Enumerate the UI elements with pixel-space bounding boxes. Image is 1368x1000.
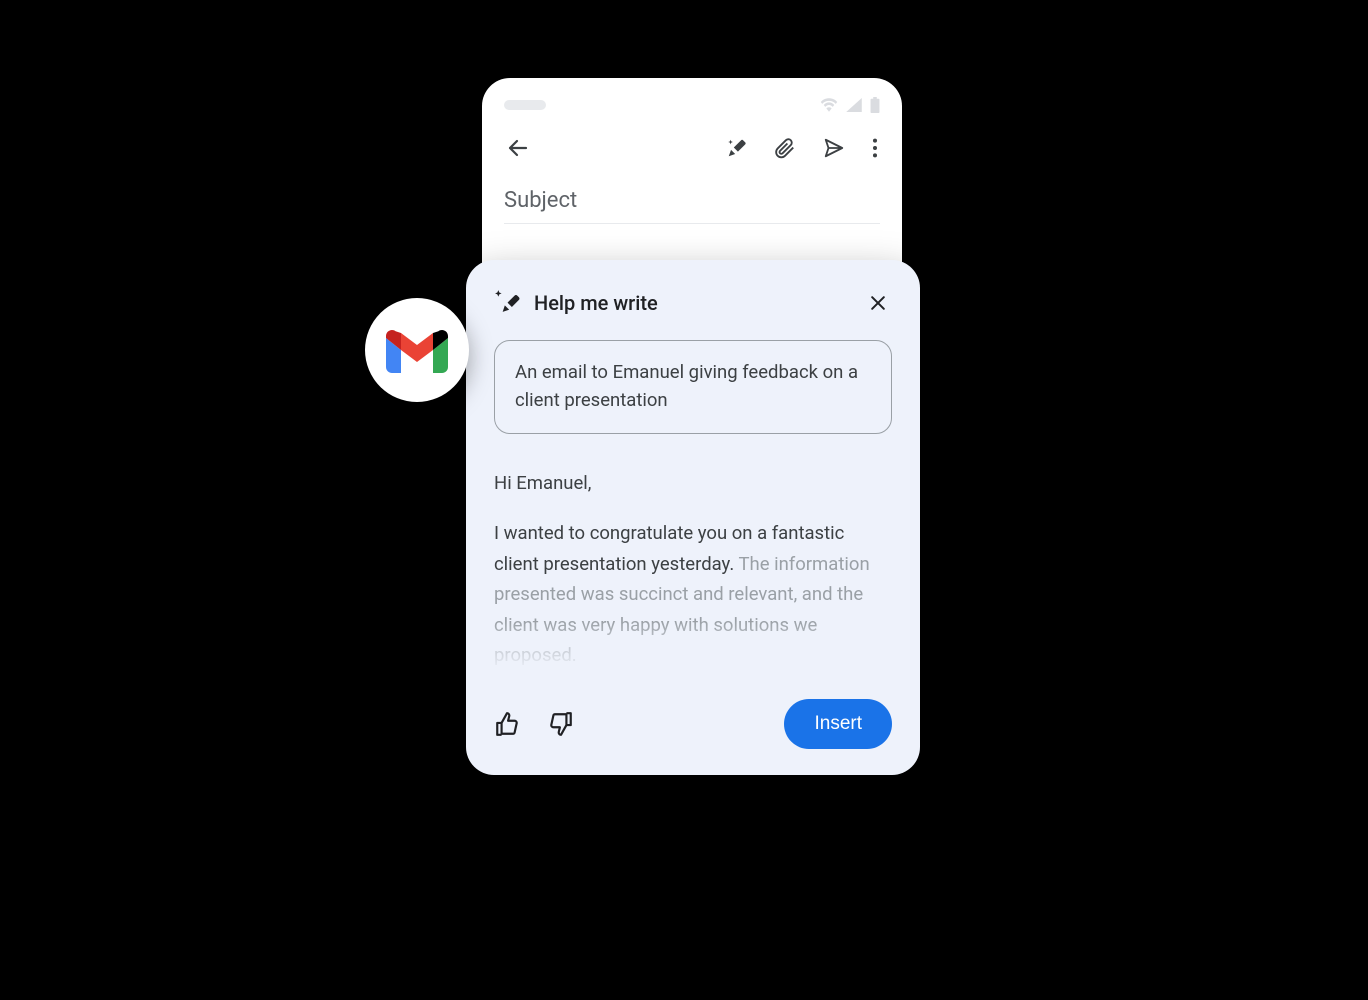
- thumbs-down-button[interactable]: [548, 711, 574, 737]
- subject-field[interactable]: Subject: [504, 188, 880, 224]
- gmail-icon: [386, 327, 448, 373]
- sparkle-pencil-icon: [494, 288, 520, 318]
- signal-icon: [846, 98, 862, 112]
- generated-output: Hi Emanuel, I wanted to congratulate you…: [494, 468, 892, 671]
- back-button[interactable]: [506, 136, 530, 160]
- insert-button[interactable]: Insert: [784, 699, 892, 749]
- subject-placeholder: Subject: [504, 188, 577, 213]
- thumbs-up-button[interactable]: [494, 711, 520, 737]
- battery-icon: [870, 97, 880, 113]
- gmail-logo-badge: [365, 298, 469, 402]
- insert-label: Insert: [814, 713, 862, 734]
- help-me-write-panel: Help me write An email to Emanuel giving…: [466, 260, 920, 775]
- panel-title: Help me write: [534, 291, 658, 315]
- wifi-icon: [820, 98, 838, 112]
- compose-toolbar: [504, 136, 880, 160]
- status-icons: [820, 97, 880, 113]
- generated-greeting: Hi Emanuel,: [494, 468, 892, 499]
- send-icon[interactable]: [822, 137, 846, 159]
- attachment-icon[interactable]: [774, 137, 796, 159]
- compose-screen: Subject: [482, 78, 902, 278]
- prompt-text: An email to Emanuel giving feedback on a…: [515, 361, 858, 411]
- magic-write-icon[interactable]: [726, 137, 748, 159]
- prompt-input[interactable]: An email to Emanuel giving feedback on a…: [494, 340, 892, 434]
- status-pill: [504, 100, 546, 110]
- more-icon[interactable]: [872, 137, 878, 159]
- status-bar: [504, 96, 880, 114]
- close-button[interactable]: [864, 289, 892, 317]
